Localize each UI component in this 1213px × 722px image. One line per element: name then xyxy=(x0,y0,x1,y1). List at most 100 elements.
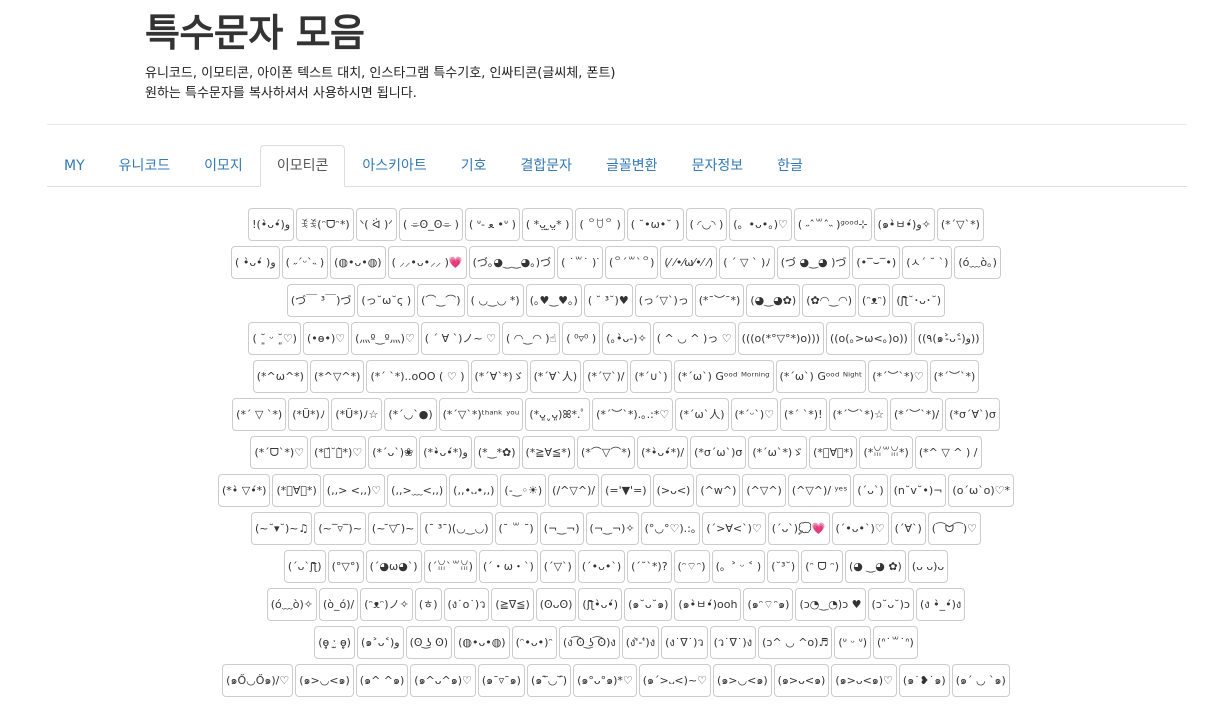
emoticon-button[interactable]: (*´ω`人) xyxy=(675,398,729,431)
emoticon-button[interactable]: ( ´ ∀ `)ノ~ ♡ xyxy=(420,322,500,355)
emoticon-button[interactable]: (ó﹏ò｡) xyxy=(954,246,1001,279)
emoticon-button[interactable]: (ง •̀_•́)ง xyxy=(915,588,966,621)
emoticon-button[interactable]: (~ ̄▽ ̄)~ xyxy=(367,512,419,545)
emoticon-button[interactable]: ( •̀ᴗ•́ )و xyxy=(231,246,280,279)
emoticon-button[interactable]: (๑˙❥˙๑) xyxy=(898,664,950,697)
emoticon-button[interactable]: (ʘᴗʘ) xyxy=(535,588,577,621)
emoticon-button[interactable]: (*´︶`*)☆ xyxy=(828,398,888,431)
emoticon-button[interactable]: (´ᴗ`) xyxy=(853,474,888,507)
emoticon-button[interactable]: ( ˘ ³˘)♥ xyxy=(583,284,633,317)
emoticon-button[interactable]: (◕‿◕✿) xyxy=(746,284,801,317)
emoticon-button[interactable]: (ง˙o˙)ว xyxy=(443,588,490,621)
tab-item-3[interactable]: 이모티콘 xyxy=(259,145,346,187)
emoticon-button[interactable]: (*•̀ ▽•́*) xyxy=(217,474,271,507)
emoticon-button[interactable]: (づ ◕‿◕ )づ xyxy=(776,246,851,279)
emoticon-button[interactable]: (ɔ˘ᴗ˘)ɔ xyxy=(867,588,914,621)
emoticon-button[interactable]: (¯ ꒳ ¯) xyxy=(494,512,538,545)
emoticon-button[interactable]: (ʘ ͜ʖ ʘ) xyxy=(405,626,453,659)
emoticon-button[interactable]: (•‾⌣‾•) xyxy=(852,246,901,279)
emoticon-button[interactable]: (ง˙∇˙)ว xyxy=(661,626,708,659)
emoticon-button[interactable]: (*´ω`) Gᵒᵒᵈ ᴺⁱᵍʰᵗ xyxy=(775,360,867,393)
emoticon-button[interactable]: (⁄ ⁄•⁄ω⁄•⁄ ⁄) xyxy=(660,246,718,279)
emoticon-button[interactable]: (*ˊᵕˋ)♡ xyxy=(730,398,779,431)
emoticon-button[interactable]: (*‿*✿) xyxy=(473,436,520,469)
emoticon-button[interactable]: (ᵔᴥᵔ) xyxy=(858,284,891,317)
emoticon-button[interactable]: (¯ ³¯)(◡‿◡) xyxy=(420,512,493,545)
tab-item-9[interactable]: 한글 xyxy=(760,145,820,186)
emoticon-button[interactable]: (*´∪`) xyxy=(630,360,672,393)
tab-item-2[interactable]: 이모지 xyxy=(187,145,260,186)
emoticon-button[interactable]: (*´ᴗ`)❀ xyxy=(368,436,418,469)
emoticon-button[interactable]: (°◡°♡).:｡ xyxy=(640,512,701,545)
emoticon-button[interactable]: (ᵔ⌔ᵔ) xyxy=(673,550,710,583)
emoticon-button[interactable]: (*⌒▽⌒*) xyxy=(577,436,636,469)
tab-item-5[interactable]: 기호 xyxy=(444,145,504,186)
emoticon-button[interactable]: (*•̀ᴗ•́*)/ xyxy=(637,436,689,469)
emoticon-button[interactable]: (´•ᴗ•`) xyxy=(577,550,626,583)
emoticon-button[interactable]: ( ꒪ꇴ꒪ ) xyxy=(575,208,625,241)
emoticon-button[interactable]: (๑´>᎑<)~♡ xyxy=(638,664,712,697)
emoticon-button[interactable]: (๑°ᴗ°๑)*♡ xyxy=(573,664,637,697)
emoticon-button[interactable]: ( ˶ˊᵕˋ˵ ) xyxy=(281,246,329,279)
emoticon-button[interactable]: ( ᐡ- ﻌ •ᐡ ) xyxy=(464,208,520,241)
emoticon-button[interactable]: (•ө•)♡ xyxy=(302,322,350,355)
emoticon-button[interactable]: (*´ `*)! xyxy=(780,398,827,431)
emoticon-button[interactable]: ᐠ( ᐛ )ᐟ xyxy=(355,208,397,241)
emoticon-button[interactable]: ꉂꉂ(ᵔᗜᵔ*) xyxy=(296,208,354,241)
emoticon-button[interactable]: (*^ω^*) xyxy=(252,360,308,393)
emoticon-button[interactable]: (*´▽`*) xyxy=(936,208,984,241)
emoticon-button[interactable]: (*´ ▽ `*) xyxy=(232,398,287,431)
emoticon-button[interactable]: (。˃ ᵕ ˂ ) xyxy=(711,550,766,583)
emoticon-button[interactable]: (*ﾟ∀ﾟ*) xyxy=(272,474,321,507)
emoticon-button[interactable]: (*´∀`*)ゞ xyxy=(470,360,528,393)
emoticon-button[interactable]: (o´ω`o)♡* xyxy=(948,474,1015,507)
emoticon-button[interactable]: (｡♥‿♥｡) xyxy=(525,284,582,317)
emoticon-button[interactable]: (´˘`*)? xyxy=(627,550,672,583)
emoticon-button[interactable]: (´>∀<`)♡ xyxy=(702,512,766,545)
emoticon-button[interactable]: ( ◜◡◝ ) xyxy=(685,208,728,241)
emoticon-button[interactable]: (,,> <,,)♡ xyxy=(322,474,386,507)
emoticon-button[interactable]: (´ᴗ`)💭💗 xyxy=(767,512,830,545)
emoticon-button[interactable]: (๑^ ^๑) xyxy=(355,664,409,697)
emoticon-button[interactable]: (๑˘ᴗ˘๑) xyxy=(624,588,673,621)
emoticon-button[interactable]: (´・ω・`) xyxy=(478,550,538,583)
emoticon-button[interactable]: (ㅎ) xyxy=(414,588,442,621)
emoticon-button[interactable]: (*ฅ́˘ฅ̀*)♡ xyxy=(310,436,367,469)
emoticon-button[interactable]: ( ⸝⸝•ᴗ•⸝⸝ )💗 xyxy=(387,246,467,279)
emoticon-button[interactable]: (*´ω`*)ゞ xyxy=(748,436,808,469)
emoticon-button[interactable]: (ว˙∇˙)ง xyxy=(709,626,757,659)
emoticon-button[interactable]: (>ᴗ<) xyxy=(652,474,695,507)
emoticon-button[interactable]: (ง'̀-'́)ง xyxy=(621,626,660,659)
emoticon-button[interactable]: (n˘v˘•)¬ xyxy=(889,474,947,507)
tab-item-8[interactable]: 문자정보 xyxy=(675,145,761,186)
tab-item-6[interactable]: 결합문자 xyxy=(504,145,590,186)
emoticon-button[interactable]: ( ⁰▿⁰ ) xyxy=(562,322,601,355)
emoticon-button[interactable]: (~‾▿‾)~ xyxy=(314,512,366,545)
emoticon-button[interactable]: (≧∇≦) xyxy=(491,588,534,621)
emoticon-button[interactable]: (-‿◦☀) xyxy=(500,474,547,507)
emoticon-button[interactable]: (*´︶`*)♡ xyxy=(868,360,928,393)
emoticon-button[interactable]: ( ˘͈ ᵕ ˘͈♡) xyxy=(248,322,301,355)
emoticon-button[interactable]: (づ￣ ³￣)づ xyxy=(286,284,356,317)
emoticon-button[interactable]: (^▽^) xyxy=(742,474,786,507)
emoticon-button[interactable]: (ʃƪ˘･ᴗ･˘) xyxy=(892,284,946,317)
emoticon-button[interactable]: ( *ᴗ̤ ̫ᴗ̤* ) xyxy=(521,208,574,241)
emoticon-button[interactable]: (*´ω`) Gᵒᵒᵈ ᴹᵒʳⁿⁱⁿᵍ xyxy=(673,360,774,393)
emoticon-button[interactable]: (๑´ ◡ `๑) xyxy=(951,664,1010,697)
emoticon-button[interactable]: ( ˘•ω•˘ ) xyxy=(626,208,684,241)
emoticon-button[interactable]: (/^▽^)/ xyxy=(548,474,600,507)
emoticon-button[interactable]: (='▼'=) xyxy=(601,474,651,507)
emoticon-button[interactable]: ( ´ ▽ ` )ﾉ xyxy=(719,246,775,279)
emoticon-button[interactable]: (*Ü*)ﾉ☆ xyxy=(331,398,383,431)
tab-item-4[interactable]: 아스키아트 xyxy=(345,145,443,186)
emoticon-button[interactable]: (๑>◡<๑) xyxy=(295,664,354,697)
emoticon-button[interactable]: (*´◡`●) xyxy=(384,398,437,431)
emoticon-button[interactable]: (ᵔ ᗜ ᵔ) xyxy=(801,550,844,583)
emoticon-button[interactable]: !(•̀ᴗ•́)و xyxy=(248,208,295,241)
emoticon-button[interactable]: (っ˘ω˘ς ) xyxy=(357,284,416,317)
emoticon-button[interactable]: (꒪ˊ꒳ˋ꒪) xyxy=(605,246,659,279)
emoticon-button[interactable]: (´ᴗ`ʃƪ) xyxy=(283,550,326,583)
emoticon-button[interactable]: ( ◡‿◡ *) xyxy=(466,284,524,317)
emoticon-button[interactable]: (ó﹏ò)✧ xyxy=(266,588,317,621)
emoticon-button[interactable]: (✿◠‿◠) xyxy=(802,284,857,317)
